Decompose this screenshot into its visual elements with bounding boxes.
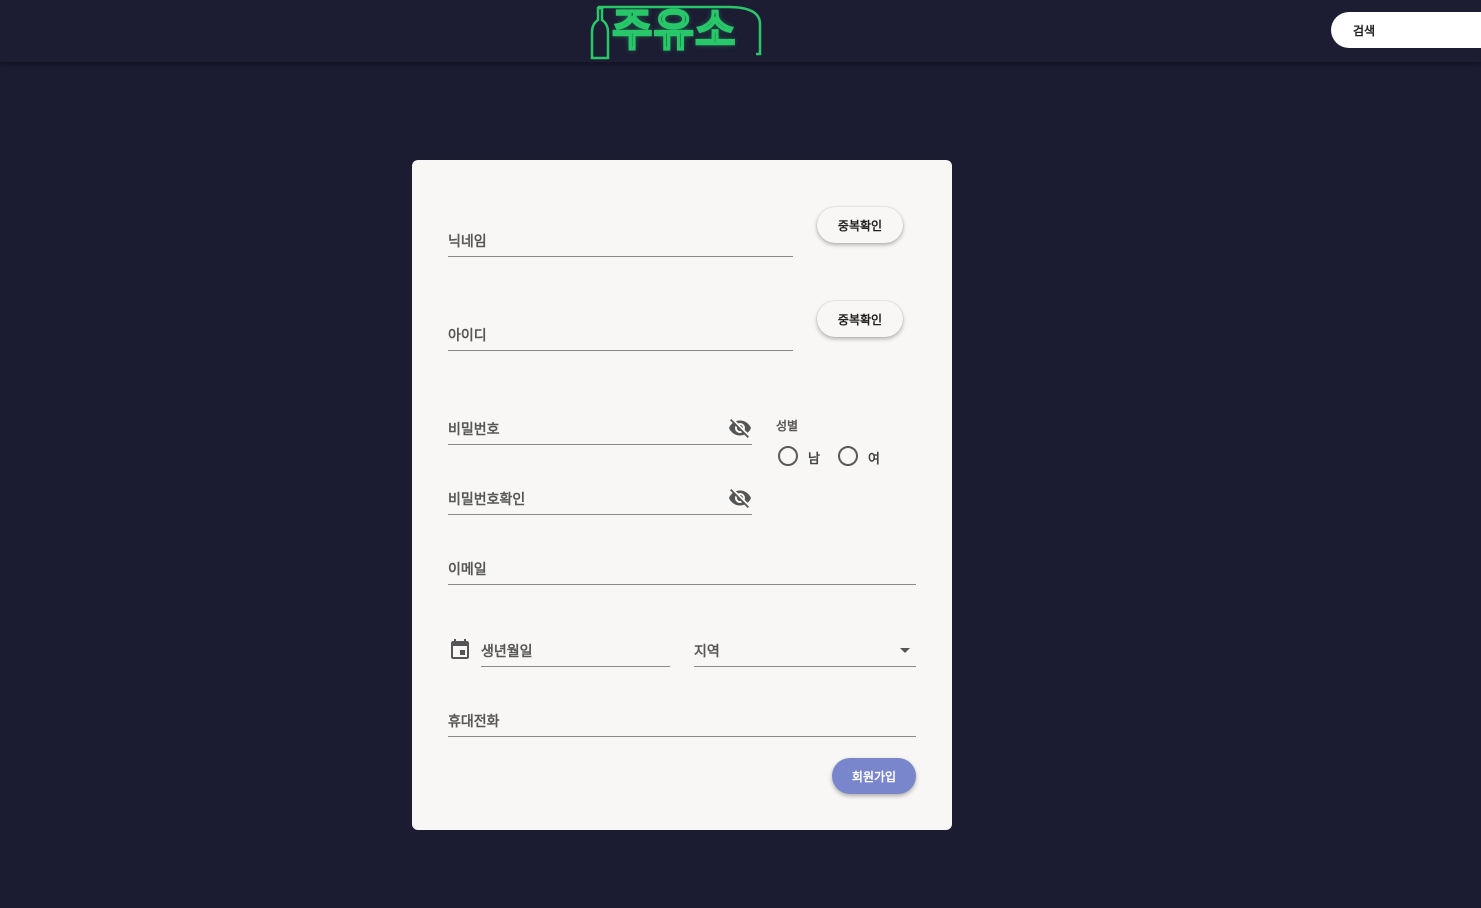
logo-text: 주유소 <box>611 4 737 57</box>
password-field[interactable]: 비밀번호 <box>448 411 752 445</box>
gender-male-label: 남 <box>808 452 820 467</box>
gender-female-label: 여 <box>868 452 880 467</box>
chevron-down-icon <box>900 648 910 653</box>
search-placeholder: 검색 <box>1353 23 1376 38</box>
signup-submit-button[interactable]: 회원가입 <box>832 758 916 794</box>
phone-label: 휴대전화 <box>448 714 500 730</box>
email-label: 이메일 <box>448 562 487 578</box>
password-label: 비밀번호 <box>448 422 500 438</box>
region-select[interactable]: 지역 <box>694 633 916 667</box>
phone-field[interactable]: 휴대전화 <box>448 703 916 737</box>
birthdate-label: 생년월일 <box>481 644 533 660</box>
password-confirm-label: 비밀번호확인 <box>448 492 526 508</box>
nickname-duplicate-check-button[interactable]: 중복확인 <box>817 207 903 243</box>
calendar-icon[interactable] <box>448 638 472 662</box>
gender-male-radio[interactable] <box>778 446 798 466</box>
email-field[interactable]: 이메일 <box>448 551 916 585</box>
visibility-off-icon[interactable] <box>728 486 752 510</box>
password-confirm-field[interactable]: 비밀번호확인 <box>448 481 752 515</box>
gender-label: 성별 <box>776 419 799 433</box>
signup-form-card: 닉네임 중복확인 아이디 중복확인 비밀번호 성별 남 여 비밀번호확인 이메일… <box>412 160 952 830</box>
birthdate-field[interactable]: 생년월일 <box>481 633 670 667</box>
search-input[interactable]: 검색 <box>1331 12 1481 48</box>
gender-female-radio[interactable] <box>838 446 858 466</box>
id-duplicate-check-button[interactable]: 중복확인 <box>817 301 903 337</box>
site-logo[interactable]: 주유소 <box>588 2 764 62</box>
id-field[interactable]: 아이디 <box>448 317 793 351</box>
nickname-field[interactable]: 닉네임 <box>448 223 793 257</box>
visibility-off-icon[interactable] <box>728 416 752 440</box>
top-bar: 주유소 검색 <box>0 0 1481 62</box>
nickname-label: 닉네임 <box>448 234 487 250</box>
region-label: 지역 <box>694 644 720 660</box>
id-label: 아이디 <box>448 328 487 344</box>
